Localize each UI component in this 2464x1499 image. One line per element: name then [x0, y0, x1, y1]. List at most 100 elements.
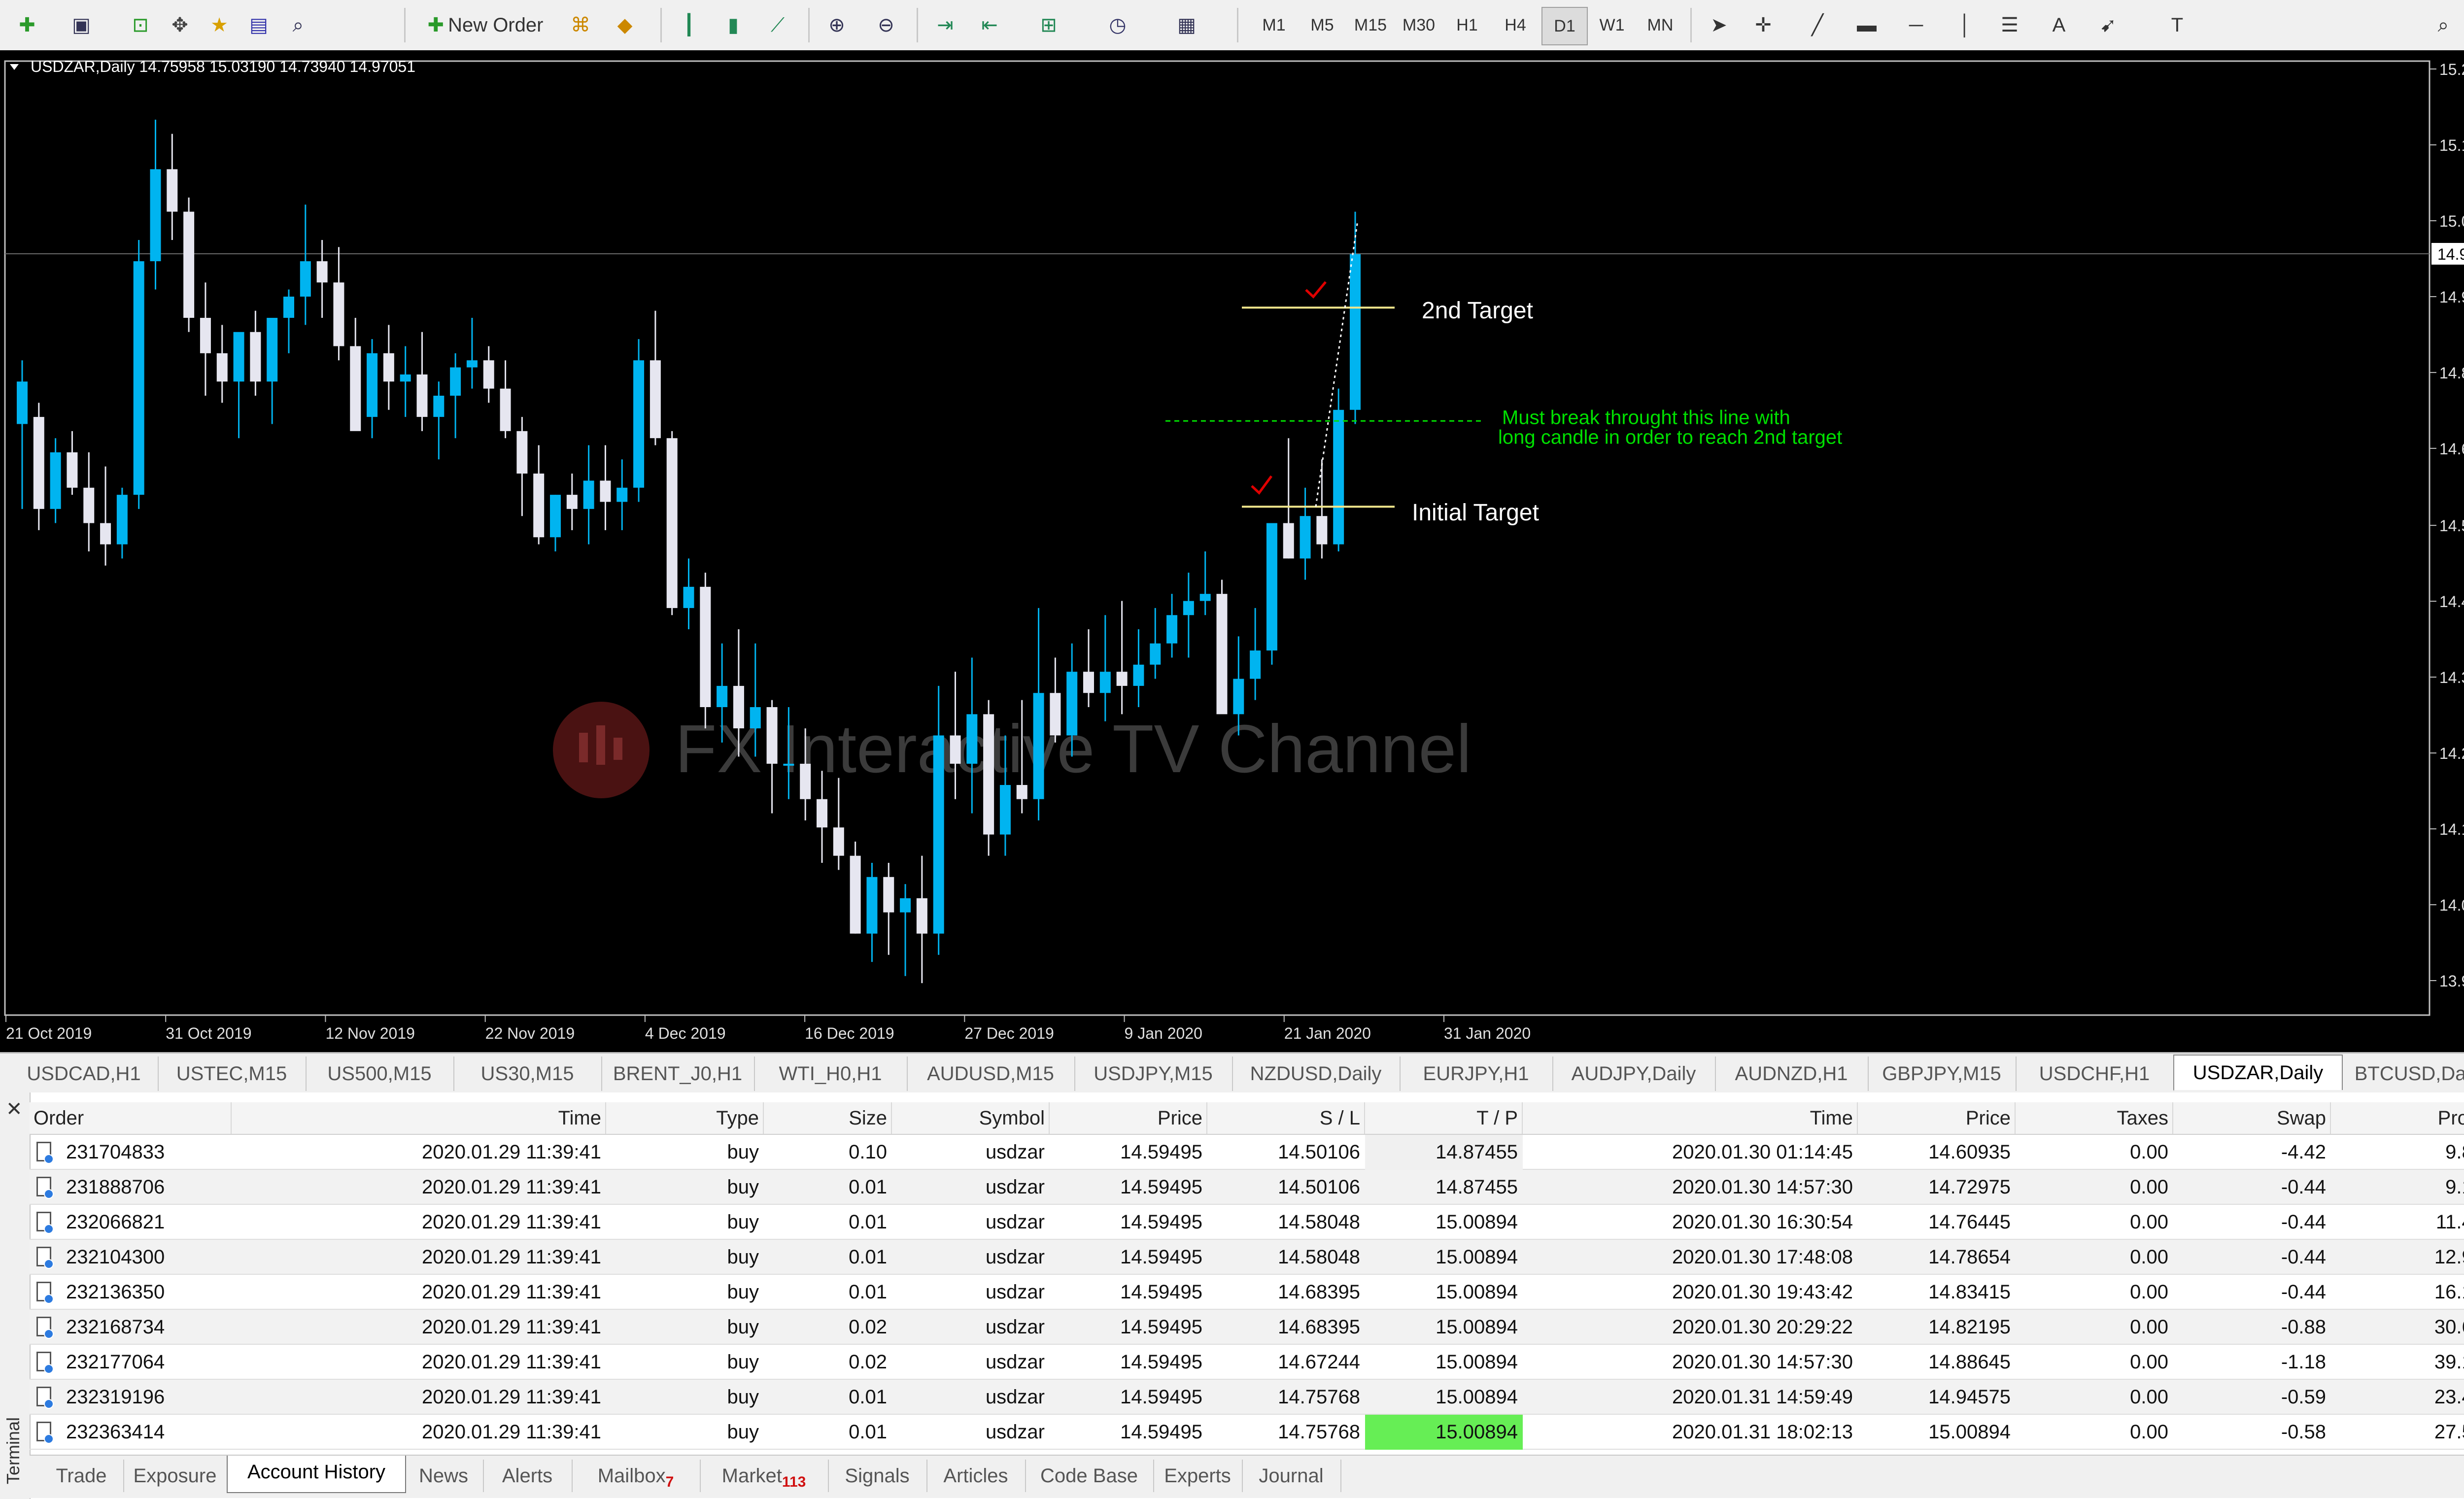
table-row[interactable]: 232066821 2020.01.29 11:39:41 buy 0.01 usdza…	[30, 1205, 2464, 1240]
column-header-time[interactable]: Time	[232, 1102, 606, 1134]
column-header-profit[interactable]: Profit	[2331, 1102, 2464, 1134]
symbol-tab-eurjpy-h1[interactable]: EURJPY,H1	[1400, 1056, 1553, 1091]
line-chart-icon[interactable]: ⟋	[759, 7, 796, 43]
terminal-tab-articles[interactable]: Articles	[926, 1460, 1026, 1492]
column-header-order[interactable]: Order	[30, 1102, 232, 1134]
table-row[interactable]: 232136350 2020.01.29 11:39:41 buy 0.01 usdza…	[30, 1275, 2464, 1310]
symbol-tab-usdchf-h1[interactable]: USDCHF,H1	[2016, 1056, 2174, 1091]
column-header-price[interactable]: Price	[1858, 1102, 2016, 1134]
timeframe-d1-button[interactable]: D1	[1541, 7, 1588, 45]
profiles-icon[interactable]: ▣	[64, 7, 99, 43]
column-header-symbol[interactable]: Symbol	[892, 1102, 1050, 1134]
symbol-tab-audjpy-daily[interactable]: AUDJPY,Daily	[1552, 1056, 1716, 1091]
terminal-tab-signals[interactable]: Signals	[828, 1460, 927, 1492]
bar-chart-icon[interactable]: ┃	[670, 7, 708, 43]
timeframe-m30-button[interactable]: M30	[1397, 7, 1441, 43]
data-window-icon[interactable]: ▤	[241, 7, 276, 43]
symbol-tab-btcusd-daily[interactable]: BTCUSD,Daily	[2341, 1056, 2464, 1091]
symbol-tab-usdcad-h1[interactable]: USDCAD,H1	[10, 1056, 159, 1091]
candlestick-icon[interactable]: ▮	[715, 7, 752, 43]
column-header-time[interactable]: Time	[1523, 1102, 1858, 1134]
table-row[interactable]: 232363414 2020.01.29 11:39:41 buy 0.01 usdza…	[30, 1415, 2464, 1450]
crosshair-icon[interactable]: ✛	[1745, 7, 1782, 43]
cell-time: 2020.01.29 11:39:41	[421, 1246, 601, 1268]
templates-icon[interactable]: ▦	[1168, 7, 1205, 43]
terminal-tab-exposure[interactable]: Exposure	[123, 1460, 228, 1492]
symbol-tab-gbpjpy-m15[interactable]: GBPJPY,M15	[1868, 1056, 2017, 1091]
terminal-tab-mailbox[interactable]: Mailbox7	[572, 1460, 701, 1492]
terminal-tab-journal[interactable]: Journal	[1242, 1460, 1341, 1492]
symbol-tab-audusd-m15[interactable]: AUDUSD,M15	[907, 1056, 1075, 1091]
table-row[interactable]: 232168734 2020.01.29 11:39:41 buy 0.02 usdza…	[30, 1310, 2464, 1345]
favorites-icon[interactable]: ★	[202, 7, 237, 43]
symbol-tab-usdjpy-m15[interactable]: USDJPY,M15	[1074, 1056, 1233, 1091]
hline-icon[interactable]: ─	[1897, 7, 1935, 43]
timeframe-h4-button[interactable]: H4	[1493, 7, 1538, 43]
fibonacci-icon[interactable]: ☰	[1991, 7, 2028, 43]
timeframe-m15-button[interactable]: M15	[1348, 7, 1393, 43]
strategy-tester-icon[interactable]: ⌕	[281, 7, 315, 43]
text-icon[interactable]: A	[2040, 7, 2078, 43]
timeframe-mn-button[interactable]: MN	[1638, 7, 1682, 43]
symbol-tab-nzdusd-daily[interactable]: NZDUSD,Daily	[1232, 1056, 1401, 1091]
terminal-tab-account-history[interactable]: Account History	[227, 1456, 406, 1493]
market-watch-icon[interactable]: ⊡	[123, 7, 158, 43]
table-row[interactable]: 232319196 2020.01.29 11:39:41 buy 0.01 usdza…	[30, 1380, 2464, 1415]
table-row[interactable]: 232104300 2020.01.29 11:39:41 buy 0.01 usdza…	[30, 1240, 2464, 1275]
indicators-icon[interactable]: ⊞	[1030, 7, 1067, 43]
timeframe-m1-button[interactable]: M1	[1252, 7, 1296, 43]
new-order-button[interactable]: ✚ New Order	[414, 7, 557, 43]
column-header-t-p[interactable]: T / P	[1365, 1102, 1523, 1134]
cell-order: 231888706	[66, 1176, 165, 1198]
table-row[interactable]: 232177064 2020.01.29 11:39:41 buy 0.02 usdza…	[30, 1345, 2464, 1380]
symbol-tab-us30-m15[interactable]: US30,M15	[453, 1056, 602, 1091]
table-row[interactable]: 231704833 2020.01.29 11:39:41 buy 0.10 usdza…	[30, 1135, 2464, 1170]
price-chart[interactable]: USDZAR,Daily 14.75958 15.03190 14.73940 …	[0, 50, 2464, 1052]
symbol-tab-usdzar-daily[interactable]: USDZAR,Daily	[2173, 1055, 2343, 1090]
candle-body	[1083, 672, 1094, 693]
symbol-tab-ustec-m15[interactable]: USTEC,M15	[158, 1056, 307, 1091]
terminal-tab-trade[interactable]: Trade	[39, 1460, 124, 1492]
cursor-icon[interactable]: ➤	[1700, 7, 1738, 43]
terminal-tab-alerts[interactable]: Alerts	[483, 1460, 573, 1492]
vline-icon[interactable]: │	[1947, 7, 1984, 43]
column-header-size[interactable]: Size	[764, 1102, 892, 1134]
symbol-tab-audnzd-h1[interactable]: AUDNZD,H1	[1715, 1056, 1869, 1091]
terminal-tab-code-base[interactable]: Code Base	[1025, 1460, 1154, 1492]
candle-body	[666, 438, 678, 608]
search-icon[interactable]: ⌕	[2425, 7, 2462, 43]
column-header-type[interactable]: Type	[606, 1102, 764, 1134]
navigator-icon[interactable]: ✥	[163, 7, 197, 43]
terminal-tab-experts[interactable]: Experts	[1153, 1460, 1243, 1492]
autoscroll-icon[interactable]: ⇥	[926, 7, 964, 43]
chart-canvas[interactable]: USDZAR,Daily 14.75958 15.03190 14.73940 …	[0, 50, 2464, 1052]
label-icon[interactable]: T	[2158, 7, 2196, 43]
column-header-price[interactable]: Price	[1050, 1102, 1207, 1134]
timeframe-w1-button[interactable]: W1	[1590, 7, 1634, 43]
rectangle-icon[interactable]: ▬	[1848, 7, 1885, 43]
symbol-tab-us500-m15[interactable]: US500,M15	[306, 1056, 454, 1091]
arrows-icon[interactable]: ➹	[2089, 7, 2127, 43]
zoom-out-icon[interactable]: ⊖	[867, 7, 905, 43]
column-header-taxes[interactable]: Taxes	[2016, 1102, 2173, 1134]
column-header-swap[interactable]: Swap	[2173, 1102, 2331, 1134]
price-axis-label: 15.12440	[2439, 136, 2464, 154]
symbol-tab-brent-j0-h1[interactable]: BRENT_J0,H1	[601, 1056, 755, 1091]
terminal-tab-market[interactable]: Market113	[700, 1460, 829, 1492]
new-chart-icon[interactable]: ✚	[10, 7, 44, 43]
periods-icon[interactable]: ◷	[1099, 7, 1136, 43]
chart-shift-icon[interactable]: ⇤	[971, 7, 1008, 43]
symbol-tab-wti-h0-h1[interactable]: WTI_H0,H1	[754, 1056, 908, 1091]
zoom-in-icon[interactable]: ⊕	[818, 7, 856, 43]
cell-price: 14.59495	[1120, 1246, 1202, 1268]
column-header-s-l[interactable]: S / L	[1207, 1102, 1365, 1134]
autotrading-icon[interactable]: ◆	[606, 7, 644, 43]
metaeditor-icon[interactable]: ⌘	[562, 7, 599, 43]
trendline-icon[interactable]: ╱	[1799, 7, 1836, 43]
close-icon[interactable]: ✕	[6, 1098, 23, 1121]
terminal-tab-news[interactable]: News	[404, 1460, 484, 1492]
timeframe-h1-button[interactable]: H1	[1445, 7, 1489, 43]
timeframe-m5-button[interactable]: M5	[1300, 7, 1344, 43]
terminal-tab-label: Articles	[943, 1465, 1008, 1487]
table-row[interactable]: 231888706 2020.01.29 11:39:41 buy 0.01 usdza…	[30, 1170, 2464, 1205]
